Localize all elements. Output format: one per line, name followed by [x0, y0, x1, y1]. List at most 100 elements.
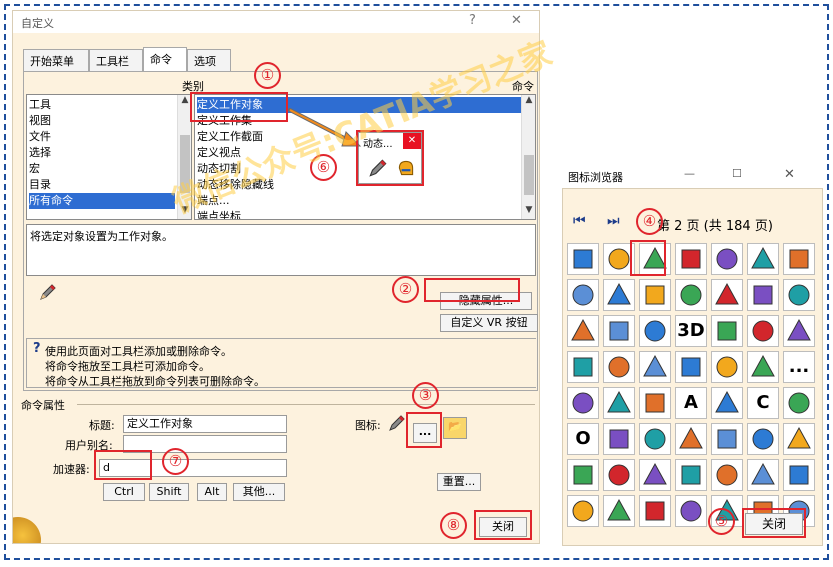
command-icon[interactable] — [711, 459, 743, 491]
list-item-selected[interactable]: 所有命令 — [29, 193, 175, 209]
folder-icon[interactable]: 📂 — [443, 417, 467, 439]
title-field[interactable]: 定义工作对象 — [123, 415, 287, 433]
command-icon[interactable] — [675, 459, 707, 491]
command-properties-label: 命令属性 — [21, 399, 65, 412]
command-icon[interactable] — [603, 387, 635, 419]
command-icon[interactable] — [603, 423, 635, 455]
command-icon[interactable] — [603, 351, 635, 383]
other-button[interactable]: 其他... — [233, 483, 285, 501]
command-icon[interactable] — [783, 423, 815, 455]
tab-start-menu[interactable]: 开始菜单 — [23, 49, 89, 71]
command-icon[interactable] — [639, 351, 671, 383]
list-item[interactable]: 选择 — [29, 145, 175, 161]
command-icon[interactable] — [675, 243, 707, 275]
alt-button[interactable]: Alt — [197, 483, 227, 501]
scroll-thumb[interactable] — [524, 155, 534, 195]
glyph-icon[interactable]: C — [747, 387, 779, 419]
shift-button[interactable]: Shift — [149, 483, 189, 501]
icon-browser-titlebar: 图标浏览器 — ☐ ✕ — [562, 164, 823, 188]
command-icon[interactable] — [747, 315, 779, 347]
command-icon[interactable] — [747, 351, 779, 383]
help-button[interactable]: ? — [469, 13, 476, 28]
arrow-icon — [288, 108, 362, 147]
command-icon[interactable] — [675, 351, 707, 383]
command-icon[interactable] — [603, 279, 635, 311]
command-icon[interactable] — [603, 315, 635, 347]
glyph-icon[interactable]: A — [675, 387, 707, 419]
list-item[interactable]: 视图 — [29, 113, 175, 129]
command-icon[interactable] — [603, 495, 635, 527]
command-scrollbar[interactable]: ▲ ▼ — [521, 95, 535, 219]
scroll-thumb[interactable] — [180, 135, 190, 193]
help-line: 将命令从工具栏拖放到命令列表可删除命令。 — [45, 375, 265, 388]
command-icon[interactable] — [783, 243, 815, 275]
command-icon[interactable] — [747, 243, 779, 275]
command-icon[interactable] — [567, 279, 599, 311]
command-icon[interactable] — [711, 315, 743, 347]
command-icon[interactable] — [567, 387, 599, 419]
reset-button[interactable]: 重置... — [437, 473, 481, 491]
annotation-5: ⑤ — [708, 508, 735, 535]
command-icon[interactable] — [711, 279, 743, 311]
command-icon[interactable] — [711, 423, 743, 455]
command-icon[interactable] — [639, 387, 671, 419]
minimize-icon[interactable]: — — [684, 167, 695, 180]
dialog-close-icon[interactable]: ✕ — [511, 13, 522, 28]
scroll-down-icon[interactable]: ▼ — [522, 205, 535, 219]
first-page-icon[interactable]: ⏮ — [573, 213, 586, 229]
scroll-up-icon[interactable]: ▲ — [522, 95, 535, 109]
command-icon[interactable] — [567, 495, 599, 527]
glyph-icon[interactable]: O — [567, 423, 599, 455]
command-icon[interactable] — [639, 315, 671, 347]
command-icon[interactable] — [567, 351, 599, 383]
command-icon[interactable] — [675, 495, 707, 527]
command-icon[interactable] — [675, 423, 707, 455]
list-item[interactable]: 端点坐标 — [197, 209, 521, 219]
command-icon[interactable] — [639, 279, 671, 311]
tab-toolbars[interactable]: 工具栏 — [89, 49, 143, 71]
command-icon[interactable] — [603, 459, 635, 491]
highlight-box — [630, 240, 666, 276]
maximize-icon[interactable]: ☐ — [732, 167, 742, 180]
description-text: 将选定对象设置为工作对象。 — [30, 230, 173, 243]
title-label: 标题: — [89, 419, 115, 432]
list-item[interactable]: 端点... — [197, 193, 521, 209]
command-icon[interactable] — [711, 243, 743, 275]
command-icon[interactable] — [711, 387, 743, 419]
list-item[interactable]: 目录 — [29, 177, 175, 193]
command-icon[interactable] — [639, 459, 671, 491]
pencil-icon — [40, 284, 56, 300]
close-icon[interactable]: ✕ — [784, 167, 795, 182]
tab-commands[interactable]: 命令 — [143, 47, 187, 71]
ctrl-button[interactable]: Ctrl — [103, 483, 145, 501]
command-icon[interactable] — [567, 315, 599, 347]
tab-options[interactable]: 选项 — [187, 49, 231, 71]
category-list[interactable]: 工具 视图 文件 选择 宏 目录 所有命令 ▲ ▼ — [26, 94, 192, 220]
command-icon[interactable] — [783, 315, 815, 347]
command-icon[interactable] — [783, 459, 815, 491]
list-item[interactable]: 宏 — [29, 161, 175, 177]
command-icon[interactable] — [711, 351, 743, 383]
command-icon[interactable] — [783, 387, 815, 419]
command-icon[interactable] — [783, 279, 815, 311]
icon-browser-title: 图标浏览器 — [568, 171, 623, 184]
category-scrollbar[interactable]: ▲ ▼ — [177, 95, 191, 219]
annotation-6: ⑥ — [310, 154, 337, 181]
command-icon[interactable] — [567, 243, 599, 275]
command-icon[interactable] — [747, 423, 779, 455]
annotation-2: ② — [392, 276, 419, 303]
customize-vr-button[interactable]: 自定义 VR 按钮 — [440, 314, 538, 332]
list-item[interactable]: 文件 — [29, 129, 175, 145]
glyph-icon[interactable]: 3D — [675, 315, 707, 347]
command-icon[interactable] — [747, 279, 779, 311]
list-item[interactable]: 工具 — [29, 97, 175, 113]
command-icon[interactable] — [747, 459, 779, 491]
scroll-down-icon[interactable]: ▼ — [178, 205, 191, 219]
command-icon[interactable] — [675, 279, 707, 311]
command-icon[interactable] — [567, 459, 599, 491]
command-icon[interactable] — [639, 495, 671, 527]
logo-orb-icon — [13, 517, 41, 543]
command-icon[interactable] — [639, 423, 671, 455]
next-page-icon[interactable]: ⏭ — [607, 213, 620, 229]
glyph-icon[interactable]: ... — [783, 351, 815, 383]
